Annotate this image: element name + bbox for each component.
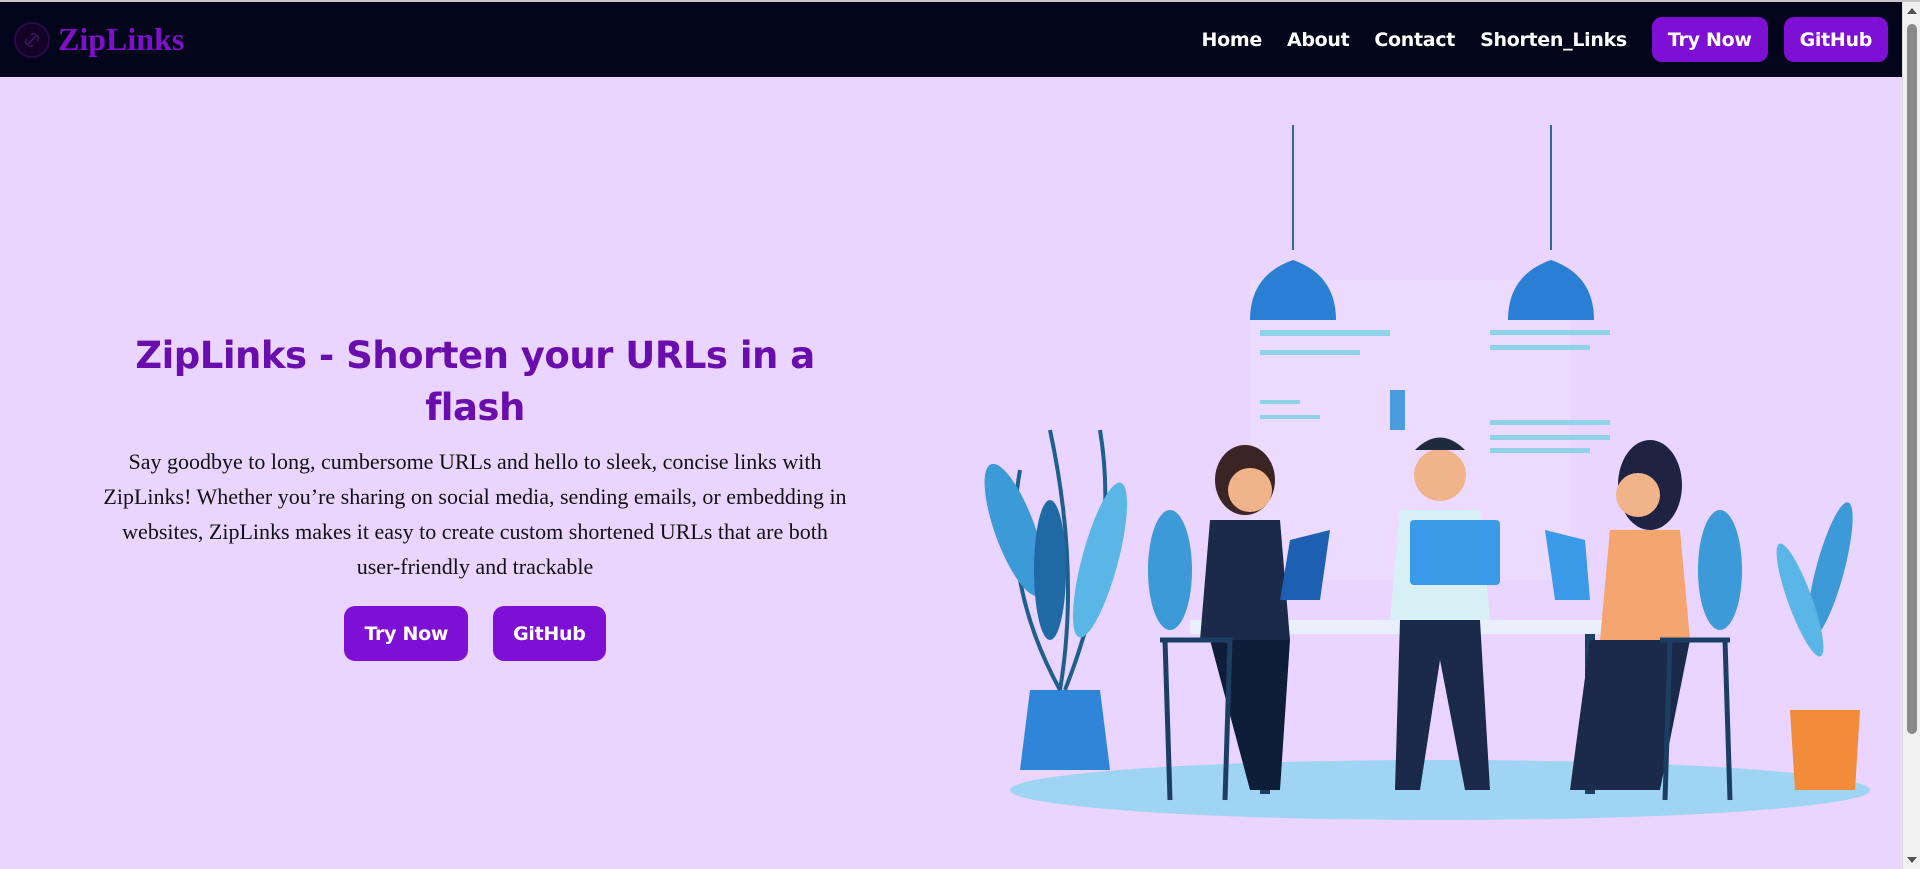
brand[interactable]: ZipLinks [14,21,184,58]
scroll-down-icon[interactable] [1907,857,1917,863]
nav-link-home[interactable]: Home [1201,29,1262,51]
nav-link-about[interactable]: About [1287,29,1350,51]
navbar: ZipLinks Home About Contact Shorten_Link… [0,2,1902,77]
hero-try-now-button[interactable]: Try Now [344,606,469,661]
nav-try-now-button[interactable]: Try Now [1651,17,1768,62]
team-office-illustration [960,100,1890,830]
nav-link-shorten-links[interactable]: Shorten_Links [1480,29,1627,51]
link-logo-icon [14,21,50,58]
hero-github-button[interactable]: GitHub [493,606,606,661]
hero-buttons: Try Now GitHub [90,606,860,661]
nav-menu: Home About Contact Shorten_Links Try Now… [1201,17,1888,62]
hero-section: ZipLinks - Shorten your URLs in a flash … [90,330,860,661]
hero-description: Say goodbye to long, cumbersome URLs and… [103,449,847,579]
hero-title: ZipLinks - Shorten your URLs in a flash [135,334,815,429]
scroll-up-icon[interactable] [1907,8,1917,14]
scroll-thumb[interactable] [1907,24,1917,734]
nav-github-button[interactable]: GitHub [1783,17,1888,62]
vertical-scrollbar[interactable] [1902,2,1920,869]
brand-name: ZipLinks [58,21,185,57]
nav-link-contact[interactable]: Contact [1374,29,1455,51]
